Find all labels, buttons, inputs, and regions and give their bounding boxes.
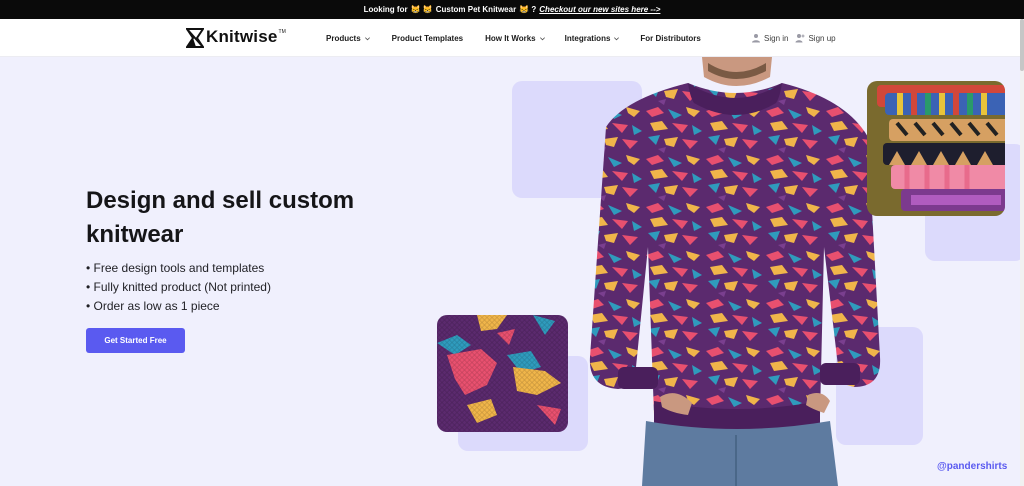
logo-trademark: TM <box>278 29 286 35</box>
sign-in-label: Sign in <box>764 33 789 43</box>
nav-product-templates[interactable]: Product Templates <box>392 34 463 43</box>
cat-emoji-icon: 😸 😸 <box>410 5 433 14</box>
knit-closeup-image <box>437 315 568 432</box>
nav-products[interactable]: Products <box>326 34 371 43</box>
sign-up-link[interactable]: Sign up <box>795 33 836 43</box>
nav-how-it-works[interactable]: How It Works <box>485 34 546 43</box>
logo[interactable]: Knitwise TM <box>186 27 286 48</box>
hero-headline: Design and sell custom knitwear <box>86 187 355 248</box>
chevron-down-icon <box>539 36 545 40</box>
scrollbar-thumb[interactable] <box>1020 19 1024 71</box>
user-plus-icon <box>795 34 805 43</box>
page-scrollbar[interactable] <box>1020 19 1024 486</box>
sign-in-link[interactable]: Sign in <box>751 33 788 43</box>
auth-links: Sign in Sign up <box>751 19 836 57</box>
nav-for-distributors[interactable]: For Distributors <box>640 34 700 43</box>
sign-up-label: Sign up <box>808 33 836 43</box>
nav-product-templates-label: Product Templates <box>391 33 464 43</box>
nav-how-it-works-label: How It Works <box>485 33 536 43</box>
social-handle: @pandershirts <box>937 461 1008 472</box>
main-nav: Products Product Templates How It Works … <box>326 19 701 57</box>
announcement-link[interactable]: Checkout our new sites here --> <box>539 5 660 14</box>
feature-item: • Free design tools and templates <box>86 261 265 275</box>
folded-knitwear-image <box>867 81 1005 216</box>
knitwise-logo-icon <box>186 28 204 48</box>
cat-emoji-icon: 😸 ? <box>519 5 537 14</box>
nav-for-distributors-label: For Distributors <box>640 33 701 43</box>
nav-integrations[interactable]: Integrations <box>565 34 621 43</box>
nav-products-label: Products <box>326 33 361 43</box>
announcement-prefix: Looking for <box>363 5 408 14</box>
chevron-down-icon <box>364 36 370 40</box>
announcement-bar: Looking for 😸 😸 Custom Pet Knitwear 😸 ? … <box>0 0 1024 19</box>
feature-list: • Free design tools and templates • Full… <box>86 259 271 316</box>
feature-item: • Fully knitted product (Not printed) <box>86 280 271 294</box>
announcement-text: Custom Pet Knitwear <box>435 5 517 14</box>
model-sweater-image <box>589 57 881 486</box>
nav-integrations-label: Integrations <box>564 33 611 43</box>
feature-item: • Order as low as 1 piece <box>86 299 220 313</box>
hero-section: Design and sell custom knitwear • Free d… <box>0 57 1020 486</box>
user-icon <box>752 34 760 43</box>
site-header: Knitwise TM Products Product Templates H… <box>0 19 1020 57</box>
get-started-button[interactable]: Get Started Free <box>86 328 185 353</box>
logo-text: Knitwise <box>206 27 278 46</box>
chevron-down-icon <box>614 36 620 40</box>
